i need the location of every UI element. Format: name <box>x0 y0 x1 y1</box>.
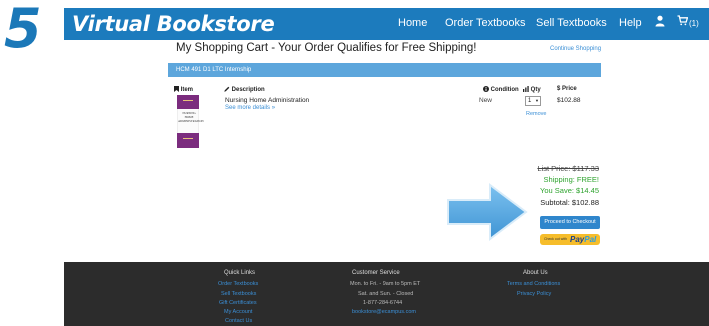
nav-sell-textbooks[interactable]: Sell Textbooks <box>536 17 607 29</box>
cart-count[interactable]: (1) <box>689 19 699 28</box>
see-more-details-link[interactable]: See more details » <box>225 105 275 111</box>
paypal-checkout-button[interactable]: Check out with PayPal <box>540 234 600 245</box>
book-cover-middle: NURSING HOME ADMINISTRATION <box>177 109 204 133</box>
subtotal: Subtotal: $102.88 <box>540 198 599 207</box>
book-cover-top <box>177 95 199 109</box>
item-price: $102.88 <box>557 97 581 104</box>
footer-customer-service-heading: Customer Service <box>352 270 400 276</box>
step-number: 5 <box>4 0 42 60</box>
footer-about-heading: About Us <box>523 270 548 276</box>
column-header-condition: Condition <box>483 86 519 93</box>
footer-hours-weekday: Mon. to Fri. - 9am to 5pm ET <box>350 281 421 287</box>
column-header-qty-label: Qty <box>530 87 541 93</box>
cart-title: My Shopping Cart - Your Order Qualifies … <box>176 42 477 54</box>
quantity-value: 1 <box>528 98 532 104</box>
footer-link-my-account[interactable]: My Account <box>224 309 252 315</box>
book-title: Nursing Home Administration <box>225 97 310 104</box>
arrow-right-icon <box>447 183 528 241</box>
top-navbar: Virtual Bookstore Home Order Textbooks S… <box>64 8 709 40</box>
shipping-status: Shipping: FREE! <box>543 175 599 184</box>
proceed-to-checkout-button[interactable]: Proceed to Checkout <box>540 216 600 229</box>
you-save: You Save: $14.45 <box>540 186 599 195</box>
course-label: HCM 491 D1 LTC Internship <box>176 66 252 73</box>
book-cover-bottom <box>177 133 199 148</box>
nav-help[interactable]: Help <box>619 17 642 29</box>
footer-email-link[interactable]: bookstore@ecampus.com <box>352 309 416 315</box>
column-header-qty: Qty <box>523 86 541 93</box>
footer-link-terms[interactable]: Terms and Conditions <box>507 281 560 287</box>
continue-shopping-link[interactable]: Continue Shopping <box>550 46 601 52</box>
remove-item-link[interactable]: Remove <box>526 111 546 117</box>
footer-link-privacy[interactable]: Privacy Policy <box>517 291 551 297</box>
info-icon <box>483 86 489 92</box>
column-header-price: $ Price <box>557 86 577 92</box>
footer: Quick Links Order Textbooks Sell Textboo… <box>64 262 709 326</box>
footer-link-sell-textbooks[interactable]: Sell Textbooks <box>221 291 256 297</box>
column-header-condition-label: Condition <box>490 87 519 93</box>
bookmark-icon <box>174 86 179 92</box>
column-header-item: Item <box>174 86 193 93</box>
item-condition: New <box>479 97 493 104</box>
column-header-description-label: Description <box>231 87 265 93</box>
quantity-select[interactable]: 1 ▼ <box>525 96 541 106</box>
footer-phone: 1-877-284-6744 <box>363 300 403 306</box>
book-cover-image[interactable]: NURSING HOME ADMINISTRATION <box>177 95 204 148</box>
brand-logo[interactable]: Virtual Bookstore <box>72 10 275 38</box>
column-header-item-label: Item <box>180 87 194 93</box>
cart-icon[interactable] <box>677 15 689 29</box>
footer-quick-links-heading: Quick Links <box>224 270 256 276</box>
course-header-bar: HCM 491 D1 LTC Internship <box>168 63 601 77</box>
footer-hours-weekend: Sat. and Sun. - Closed <box>358 291 414 297</box>
user-icon[interactable] <box>655 15 665 30</box>
list-price: List Price: $117.33 <box>537 164 599 173</box>
chevron-down-icon: ▼ <box>535 98 539 103</box>
nav-home[interactable]: Home <box>398 17 427 29</box>
footer-link-order-textbooks[interactable]: Order Textbooks <box>218 281 258 287</box>
paypal-logo: PayPal <box>570 235 597 244</box>
nav-order-textbooks[interactable]: Order Textbooks <box>445 17 526 29</box>
footer-link-contact-us[interactable]: Contact Us <box>225 318 252 324</box>
paypal-prefix: Check out with <box>544 237 567 241</box>
pencil-icon <box>224 86 230 92</box>
bar-chart-icon <box>523 86 529 92</box>
footer-link-gift-certificates[interactable]: Gift Certificates <box>219 300 257 306</box>
book-cover-text: NURSING HOME ADMINISTRATION <box>178 111 204 123</box>
column-header-description: Description <box>224 86 265 93</box>
